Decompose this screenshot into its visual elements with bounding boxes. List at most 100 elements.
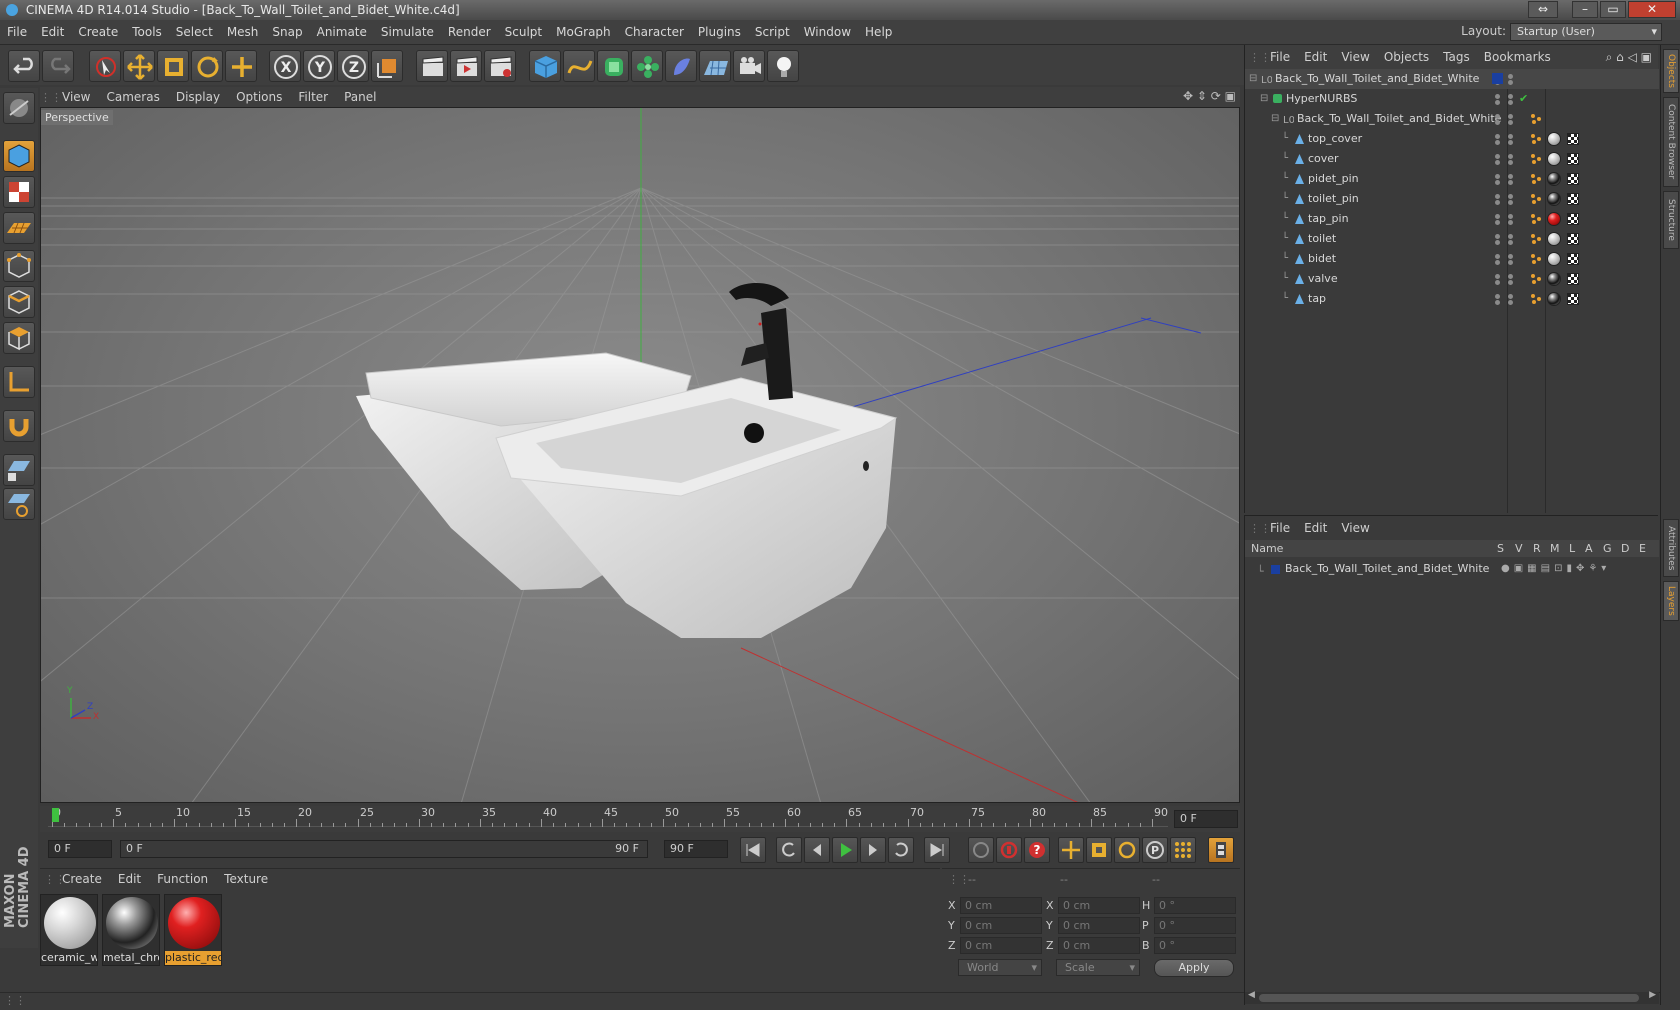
pos-y-field[interactable]: 0 cm: [960, 917, 1042, 934]
add-camera-button[interactable]: [733, 50, 765, 82]
layer-color-swatch[interactable]: [1492, 73, 1503, 84]
tab-attributes[interactable]: Attributes: [1663, 519, 1679, 577]
object-row[interactable]: └ bidet: [1245, 249, 1659, 269]
horizontal-scrollbar[interactable]: ◀ ▶: [1245, 990, 1659, 1004]
3d-viewport[interactable]: Y X Z: [40, 107, 1240, 803]
material-menu-texture[interactable]: Texture: [216, 869, 276, 889]
object-row[interactable]: └ tap: [1245, 289, 1659, 309]
menu-snap[interactable]: Snap: [265, 20, 309, 45]
layout-select[interactable]: Startup (User) ▾: [1510, 23, 1662, 41]
phong-tag-icon[interactable]: [1531, 154, 1541, 164]
render-visibility-dot[interactable]: [1495, 100, 1500, 105]
layer-col-manager[interactable]: M: [1550, 540, 1560, 557]
editor-visibility-dot[interactable]: [1495, 114, 1500, 119]
editor-visibility-dot[interactable]: [1495, 194, 1500, 199]
end-frame-field[interactable]: 90 F: [664, 840, 728, 858]
enabled-check-icon[interactable]: ✔: [1519, 89, 1528, 109]
objects-menu-objects[interactable]: Objects: [1377, 45, 1436, 69]
layer-col-deformers[interactable]: D: [1621, 540, 1629, 557]
viewport-menu-display[interactable]: Display: [168, 87, 228, 107]
menu-mesh[interactable]: Mesh: [220, 20, 266, 45]
phong-tag-icon[interactable]: [1531, 114, 1541, 124]
layer-col-animation[interactable]: A: [1585, 540, 1593, 557]
render-visibility-dot[interactable]: [1508, 280, 1513, 285]
phong-tag-icon[interactable]: [1531, 134, 1541, 144]
timeline-ruler[interactable]: 051015202530354045505560657075808590: [48, 806, 1168, 832]
frame-range-slider[interactable]: 0 F 90 F: [120, 840, 648, 858]
goto-end-button[interactable]: [924, 837, 950, 863]
render-visibility-dot[interactable]: [1508, 300, 1513, 305]
material-tag-icon[interactable]: [1547, 152, 1561, 166]
render-visibility-dot[interactable]: [1508, 160, 1513, 165]
model-mode-button[interactable]: [3, 140, 35, 172]
polygons-mode-button[interactable]: [3, 322, 35, 354]
material-swatch-chrome[interactable]: metal_chro: [102, 894, 160, 966]
add-cube-button[interactable]: [529, 50, 561, 82]
render-visibility-dot[interactable]: [1495, 180, 1500, 185]
key-position-button[interactable]: [1058, 837, 1084, 863]
scroll-right-icon[interactable]: ▶: [1649, 990, 1656, 1000]
tree-expand-icon[interactable]: ⊟: [1249, 69, 1257, 89]
editor-visibility-dot[interactable]: [1508, 214, 1513, 219]
object-row[interactable]: └ toilet: [1245, 229, 1659, 249]
phong-tag-icon[interactable]: [1531, 294, 1541, 304]
layer-col-solo[interactable]: S: [1497, 540, 1504, 557]
menu-script[interactable]: Script: [748, 20, 797, 45]
prev-key-button[interactable]: [776, 837, 802, 863]
workplane-mode-button[interactable]: [3, 212, 35, 244]
object-row[interactable]: └ tap_pin: [1245, 209, 1659, 229]
move-tool-button[interactable]: [123, 50, 155, 82]
autokey-button[interactable]: [996, 837, 1022, 863]
key-parameter-button[interactable]: P: [1142, 837, 1168, 863]
material-tag-icon[interactable]: [1547, 132, 1561, 146]
render-visibility-dot[interactable]: [1495, 200, 1500, 205]
editor-visibility-dot[interactable]: [1495, 154, 1500, 159]
editor-visibility-dot[interactable]: [1495, 134, 1500, 139]
apply-button[interactable]: Apply: [1154, 959, 1234, 977]
layer-col-expressions[interactable]: E: [1639, 540, 1646, 557]
phong-tag-icon[interactable]: [1531, 274, 1541, 284]
viewport-menu-options[interactable]: Options: [228, 87, 290, 107]
layer-col-generators[interactable]: G: [1603, 540, 1612, 557]
texture-tag-icon[interactable]: [1567, 133, 1579, 145]
pos-x-field[interactable]: 0 cm: [960, 897, 1042, 914]
render-visibility-dot[interactable]: [1495, 120, 1500, 125]
material-swatch-plastic-red[interactable]: plastic_red: [164, 894, 222, 966]
layer-col-name[interactable]: Name: [1251, 540, 1283, 557]
editor-visibility-dot[interactable]: [1495, 94, 1500, 99]
size-y-field[interactable]: 0 cm: [1058, 917, 1140, 934]
menu-render[interactable]: Render: [441, 20, 498, 45]
tree-expand-icon[interactable]: ⊟: [1260, 89, 1268, 109]
phong-tag-icon[interactable]: [1531, 254, 1541, 264]
material-menu-edit[interactable]: Edit: [110, 869, 149, 889]
layers-menu-file[interactable]: File: [1263, 516, 1297, 540]
material-tag-icon[interactable]: [1547, 252, 1561, 266]
x-axis-lock-button[interactable]: X: [269, 50, 301, 82]
texture-tag-icon[interactable]: [1567, 233, 1579, 245]
render-visibility-dot[interactable]: [1508, 180, 1513, 185]
playhead[interactable]: [52, 808, 59, 822]
render-settings-button[interactable]: [484, 50, 516, 82]
texture-tag-icon[interactable]: [1567, 193, 1579, 205]
objects-menu-bookmarks[interactable]: Bookmarks: [1477, 45, 1558, 69]
y-axis-lock-button[interactable]: Y: [303, 50, 335, 82]
layer-row[interactable]: └ Back_To_Wall_Toilet_and_Bidet_White ●▣…: [1245, 559, 1659, 579]
layers-menu-edit[interactable]: Edit: [1297, 516, 1334, 540]
viewport-menu-view[interactable]: View: [54, 87, 98, 107]
layer-toggle-icons[interactable]: ●▣▦▤⊡▮✥⚘▾: [1501, 559, 1610, 579]
coordinate-system-button[interactable]: [371, 50, 403, 82]
add-light-button[interactable]: [767, 50, 799, 82]
material-tag-icon[interactable]: [1547, 232, 1561, 246]
key-pla-button[interactable]: [1170, 837, 1196, 863]
scale-tool-button[interactable]: [157, 50, 189, 82]
rot-b-field[interactable]: 0 °: [1154, 937, 1236, 954]
object-row[interactable]: ⊟ HyperNURBS ✔: [1245, 89, 1659, 109]
layer-col-render[interactable]: R: [1533, 540, 1541, 557]
texture-tag-icon[interactable]: [1567, 213, 1579, 225]
render-visibility-dot[interactable]: [1508, 120, 1513, 125]
object-row[interactable]: ⊟ L0 Back_To_Wall_Toilet_and_Bidet_White: [1245, 69, 1659, 89]
axis-mode-button[interactable]: [3, 366, 35, 398]
search-home-icons[interactable]: ⌕ ⌂ ◁ ▣: [1606, 50, 1652, 65]
render-visibility-dot[interactable]: [1495, 160, 1500, 165]
material-tag-icon[interactable]: [1547, 292, 1561, 306]
